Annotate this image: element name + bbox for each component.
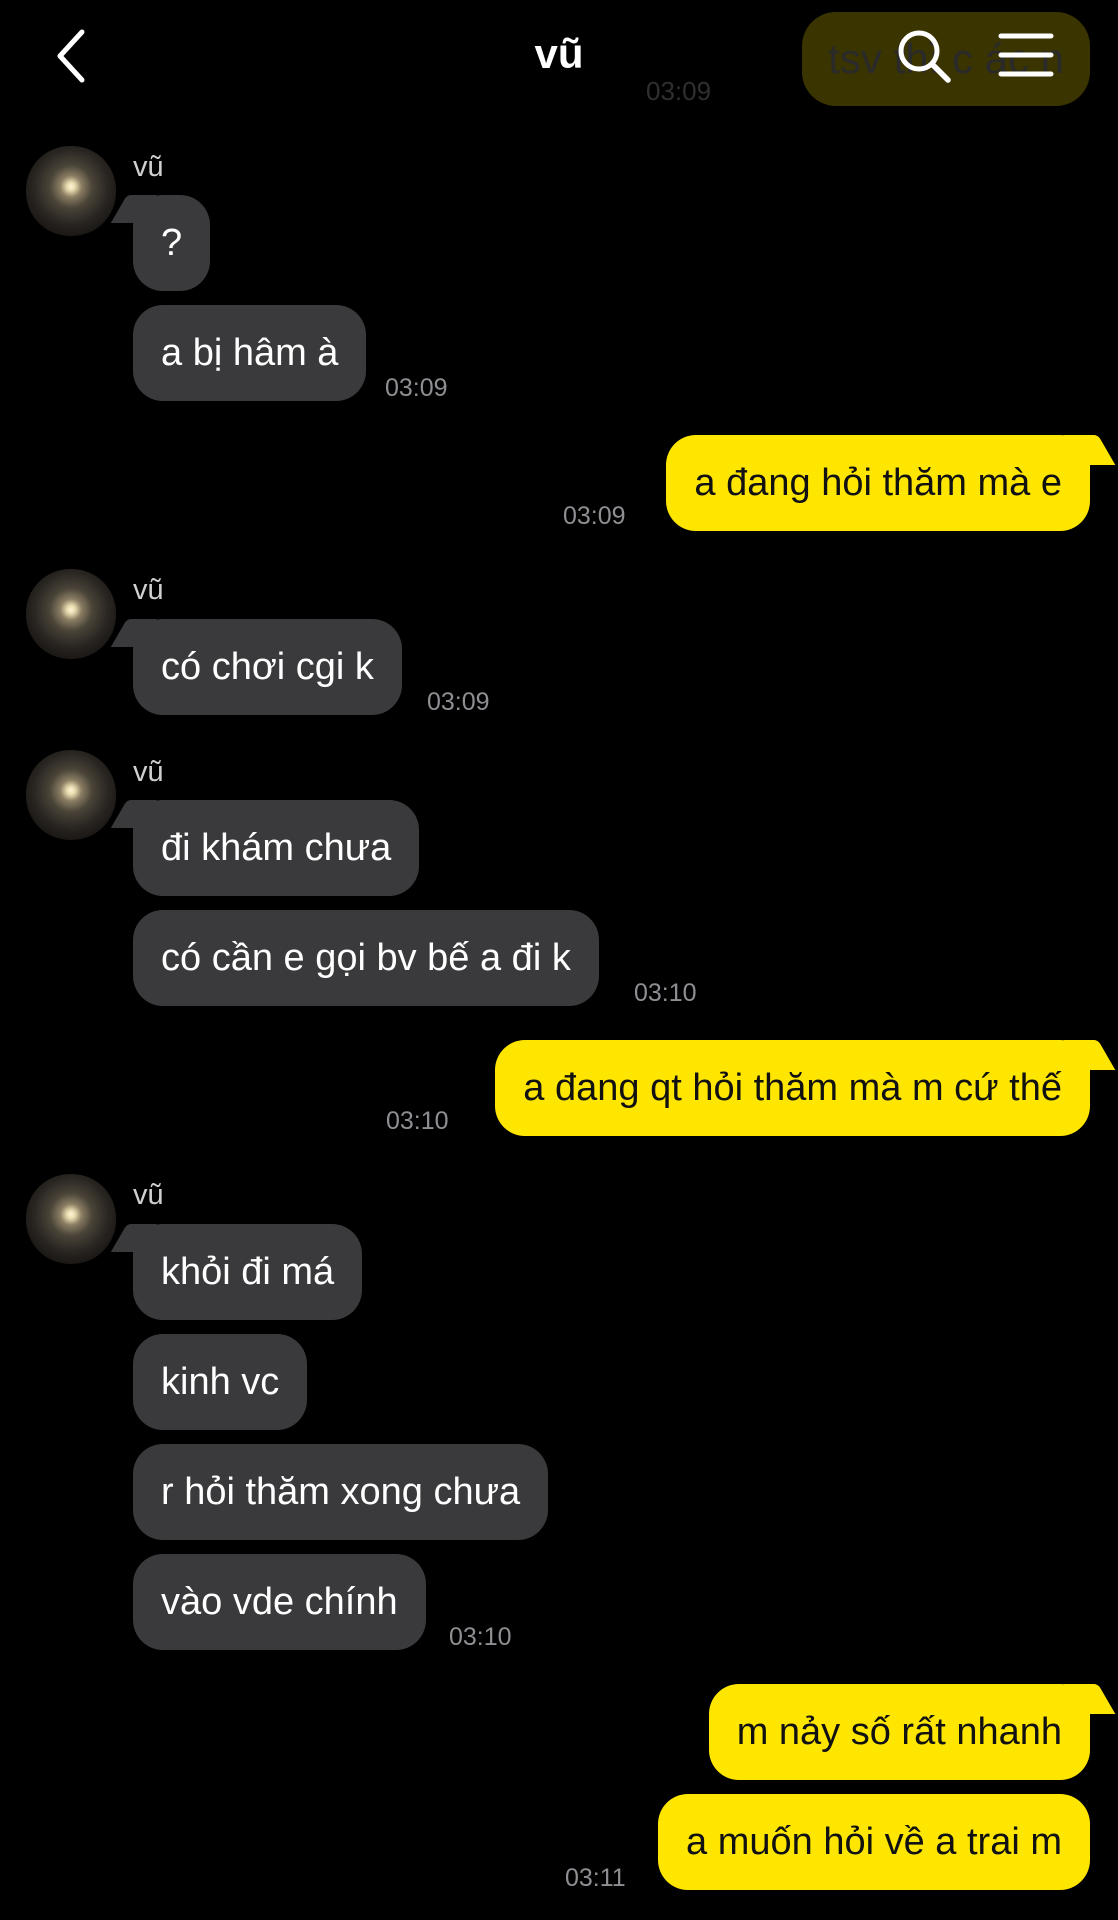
menu-button[interactable] bbox=[998, 30, 1054, 80]
sender-name: vũ bbox=[133, 151, 164, 183]
outgoing-message[interactable]: a đang hỏi thăm mà e bbox=[666, 435, 1090, 531]
avatar[interactable] bbox=[26, 569, 116, 659]
incoming-message[interactable]: đi khám chưa bbox=[133, 800, 420, 896]
message-timestamp: 03:11 bbox=[565, 1864, 626, 1892]
message-timestamp: 03:09 bbox=[427, 688, 490, 716]
incoming-message[interactable]: a bị hâm à bbox=[133, 305, 367, 401]
incoming-message[interactable]: có chơi cgi k bbox=[133, 619, 402, 715]
avatar[interactable] bbox=[26, 1174, 116, 1264]
incoming-message[interactable]: ? bbox=[133, 195, 211, 291]
incoming-message[interactable]: vào vde chính bbox=[133, 1554, 426, 1650]
menu-icon bbox=[998, 33, 1054, 77]
message-timestamp: 03:09 bbox=[385, 374, 448, 402]
incoming-message[interactable]: có cần e gọi bv bế a đi k bbox=[133, 910, 599, 1006]
chat-header: vũ bbox=[0, 0, 1118, 112]
incoming-message[interactable]: khỏi đi má bbox=[133, 1224, 363, 1320]
outgoing-message[interactable]: m nảy số rất nhanh bbox=[708, 1684, 1090, 1780]
incoming-message[interactable]: kinh vc bbox=[133, 1334, 308, 1430]
chat-screen: tsv thì c ác n 03:09 vũ vũ ? a bị hâm à bbox=[0, 0, 1118, 1920]
sender-name: vũ bbox=[133, 1179, 164, 1211]
message-timestamp: 03:09 bbox=[563, 502, 626, 530]
avatar[interactable] bbox=[26, 146, 116, 236]
incoming-message[interactable]: r hỏi thăm xong chưa bbox=[133, 1444, 549, 1540]
outgoing-message[interactable]: a đang qt hỏi thăm mà m cứ thế bbox=[495, 1040, 1090, 1136]
sender-name: vũ bbox=[133, 574, 164, 606]
search-button[interactable] bbox=[896, 28, 952, 84]
message-timestamp: 03:10 bbox=[386, 1107, 449, 1135]
sender-name: vũ bbox=[133, 756, 164, 788]
outgoing-message[interactable]: a muốn hỏi về a trai m bbox=[658, 1794, 1090, 1890]
search-icon bbox=[898, 30, 951, 83]
message-timestamp: 03:10 bbox=[449, 1623, 512, 1651]
message-timestamp: 03:10 bbox=[634, 979, 697, 1007]
avatar[interactable] bbox=[26, 750, 116, 840]
